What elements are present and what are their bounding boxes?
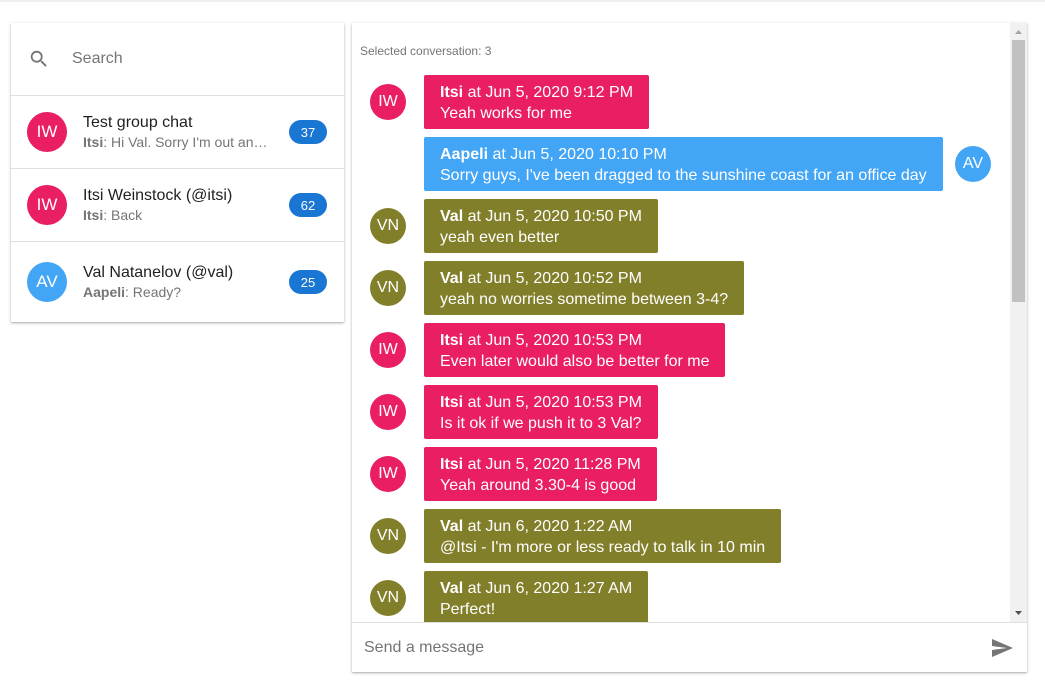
avatar: IW (27, 185, 67, 225)
message-author: Val (440, 270, 464, 287)
message-author: Itsi (440, 456, 464, 473)
message-bubble: Aapeli at Jun 5, 2020 10:10 PM Sorry guys… (424, 137, 943, 191)
message-text: Yeah works for me (440, 105, 572, 122)
message-time: at Jun 5, 2020 9:12 PM (463, 84, 634, 101)
selected-conversation-label: Selected conversation: 3 (360, 44, 492, 58)
message-text: Perfect! (440, 601, 496, 618)
preview-sender: Itsi (83, 134, 104, 150)
message-text: Sorry guys, I've been dragged to the sun… (440, 167, 927, 184)
message-bubble: Itsi at Jun 5, 2020 10:53 PM Is it ok if … (424, 385, 658, 439)
conversation-text: Val Natanelov (@val) Aapeli: Ready? (83, 263, 273, 301)
compose-bar (352, 622, 1027, 672)
top-divider (0, 0, 1045, 2)
message-time: at Jun 5, 2020 10:50 PM (463, 208, 642, 225)
message-header: Itsi at Jun 5, 2020 10:53 PM (440, 393, 642, 413)
message-text: yeah no worries sometime between 3-4? (440, 291, 729, 308)
conversation-title: Test group chat (83, 114, 193, 131)
message-header: Itsi at Jun 5, 2020 9:12 PM (440, 83, 633, 103)
avatar: VN (370, 518, 406, 554)
message-bubble: Itsi at Jun 5, 2020 9:12 PM Yeah works fo… (424, 75, 650, 129)
avatar: IW (370, 332, 406, 368)
message-author: Val (440, 580, 464, 597)
conversation-title: Val Natanelov (@val) (83, 264, 234, 281)
preview-text: : Back (103, 207, 143, 223)
avatar: VN (370, 208, 406, 244)
message-text: @Itsi - I'm more or less ready to talk i… (440, 539, 766, 556)
search-bar (11, 23, 344, 96)
avatar: IW (370, 84, 406, 120)
conversation-text: Itsi Weinstock (@itsi) Itsi: Back (83, 186, 273, 224)
conversation-preview: Itsi: Hi Val. Sorry I'm out and about (83, 133, 273, 151)
preview-text: : Ready? (125, 284, 182, 300)
message-scrollbar[interactable] (1010, 23, 1027, 622)
avatar: IW (27, 112, 67, 152)
avatar: IW (370, 394, 406, 430)
message-author: Val (440, 518, 464, 535)
message-time: at Jun 5, 2020 10:53 PM (463, 394, 642, 411)
message-header: Aapeli at Jun 5, 2020 10:10 PM (440, 145, 927, 165)
message-bubble: Val at Jun 6, 2020 1:22 AM @Itsi - I'm mo… (424, 509, 782, 563)
avatar: AV (27, 262, 67, 302)
message-text: Yeah around 3.30-4 is good (440, 477, 637, 494)
message-bubble: Val at Jun 5, 2020 10:52 PM yeah no worri… (424, 261, 745, 315)
message-time: at Jun 5, 2020 10:10 PM (488, 146, 667, 163)
conversation-list: IW Test group chat Itsi: Hi Val. Sorry I'm… (11, 96, 344, 322)
send-icon (990, 639, 1014, 663)
unread-badge: 25 (289, 270, 327, 294)
message-bubble: Val at Jun 5, 2020 10:50 PM yeah even bet… (424, 199, 658, 253)
message-header: Itsi at Jun 5, 2020 11:28 PM (440, 455, 641, 475)
message-time: at Jun 5, 2020 11:28 PM (463, 456, 641, 473)
conversation-list-panel: IWTest group chatItsi: Hi Val. Sorry I'm… (11, 23, 344, 322)
preview-sender: Aapeli (83, 284, 126, 300)
conversation-item[interactable]: IW Itsi Weinstock (@itsi) Itsi: Back 62 (11, 169, 344, 242)
message-bubble: Itsi at Jun 5, 2020 11:28 PM Yeah around … (424, 447, 657, 501)
message-header: Val at Jun 6, 2020 1:27 AM (440, 579, 632, 599)
avatar: VN (370, 580, 406, 616)
message-header: Val at Jun 5, 2020 10:50 PM (440, 207, 642, 227)
message-bubble: Itsi at Jun 5, 2020 10:53 PM Even later w… (424, 323, 726, 377)
conversation-item[interactable]: IW Test group chat Itsi: Hi Val. Sorry I'm… (11, 96, 344, 169)
message-header: Val at Jun 6, 2020 1:22 AM (440, 517, 765, 537)
message-time: at Jun 6, 2020 1:22 AM (463, 518, 633, 535)
scrollbar-thumb[interactable] (1012, 40, 1025, 302)
message-text: yeah even better (440, 229, 560, 246)
message-time: at Jun 6, 2020 1:27 AM (463, 580, 633, 597)
preview-sender: Itsi (83, 207, 104, 223)
chat-panel: Selected conversation: 3 IW Itsi at Jun 5… (352, 23, 1027, 672)
avatar: AV (955, 146, 991, 182)
message-author: Itsi (440, 394, 464, 411)
message-author: Val (440, 208, 464, 225)
conversation-item[interactable]: AV Val Natanelov (@val) Aapeli: Ready? 25 (11, 242, 344, 322)
message-text: Is it ok if we push it to 3 Val? (440, 415, 642, 432)
conversation-text: Test group chat Itsi: Hi Val. Sorry I'm o… (83, 113, 273, 151)
message-author: Itsi (440, 84, 464, 101)
search-icon (28, 48, 50, 70)
unread-badge: 62 (289, 193, 327, 217)
avatar: VN (370, 270, 406, 306)
message-author: Itsi (440, 332, 464, 349)
conversation-preview: Itsi: Back (83, 206, 273, 224)
message-header: Val at Jun 5, 2020 10:52 PM (440, 269, 728, 289)
conversation-preview: Aapeli: Ready? (83, 283, 273, 301)
arrow-up-icon[interactable] (1010, 23, 1027, 40)
message-text: Even later would also be better for me (440, 353, 710, 370)
message-list[interactable]: Selected conversation: 3 IW Itsi at Jun 5… (352, 23, 1010, 622)
send-button[interactable] (990, 636, 1014, 660)
message-time: at Jun 5, 2020 10:52 PM (463, 270, 642, 287)
message-author: Aapeli (440, 146, 489, 163)
message-bubble: Val at Jun 6, 2020 1:27 AM Perfect! (424, 571, 649, 622)
message-header: Itsi at Jun 5, 2020 10:53 PM (440, 331, 709, 351)
unread-badge: 37 (289, 120, 327, 144)
message-time: at Jun 5, 2020 10:53 PM (463, 332, 642, 349)
arrow-down-icon[interactable] (1010, 605, 1027, 622)
preview-text: : Hi Val. Sorry I'm out and about (103, 134, 273, 150)
avatar: IW (370, 456, 406, 492)
search-input[interactable] (72, 50, 312, 68)
conversation-title: Itsi Weinstock (@itsi) (83, 187, 233, 204)
message-input[interactable] (364, 638, 964, 657)
